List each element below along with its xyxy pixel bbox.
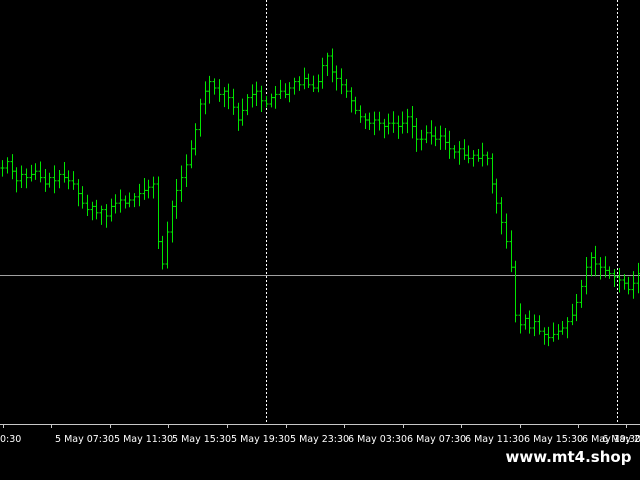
x-tick-label: 5 May 15:30 (172, 434, 231, 445)
x-tick-label: 5 May 07:30 (55, 434, 114, 445)
x-tick-label: 6 May 07:30 (407, 434, 466, 445)
x-tick-label: 5 May 19:30 (231, 434, 290, 445)
x-tick-label: 0:30 (0, 434, 21, 445)
plot-background (0, 0, 640, 480)
x-tick-label: 5 May 11:30 (114, 434, 173, 445)
watermark: www.mt4.shop (497, 444, 640, 470)
price-chart: 0:30 5 May 07:30 5 May 11:305 May 15:30 5 M… (0, 0, 640, 480)
x-tick-label: 6 May 03:30 (348, 434, 407, 445)
x-tick-label: 5 May 23:30 (290, 434, 349, 445)
